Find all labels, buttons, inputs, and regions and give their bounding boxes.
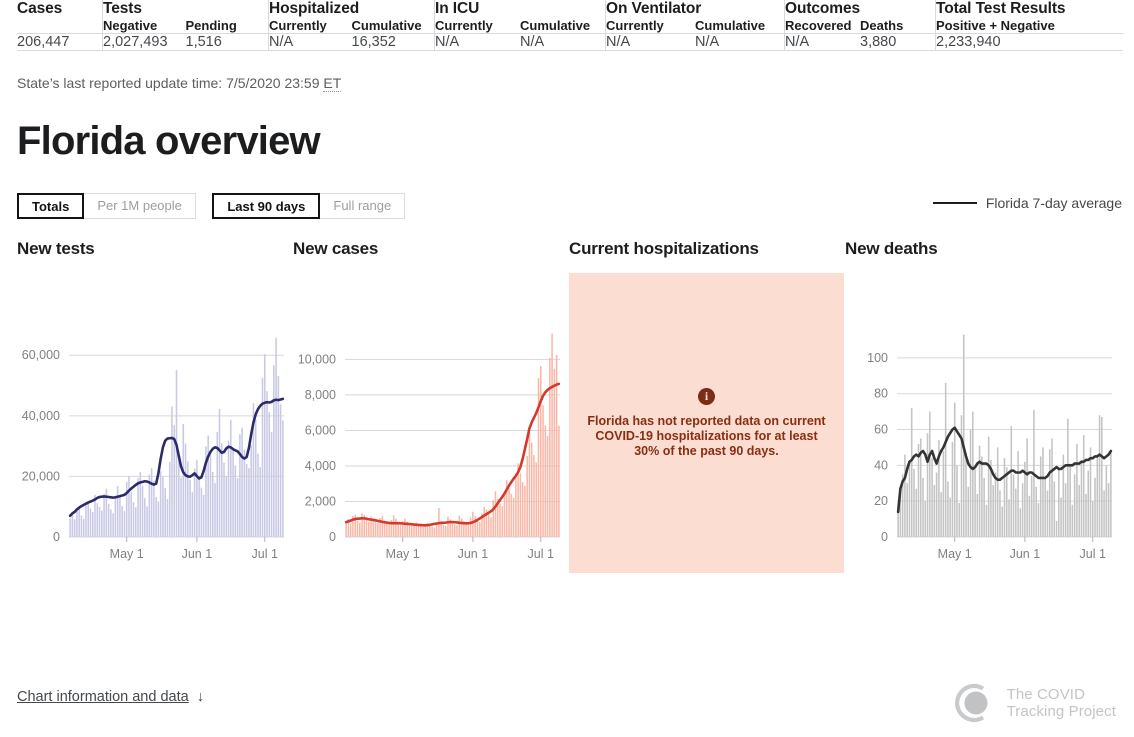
chart-legend: Florida 7-day average bbox=[932, 195, 1122, 211]
group-header-cases: Cases bbox=[17, 0, 63, 17]
toggle-per-1m-people[interactable]: Per 1M people bbox=[83, 193, 196, 219]
last-update-text: State’s last reported update time: 7/5/2… bbox=[17, 75, 324, 91]
svg-text:May 1: May 1 bbox=[386, 547, 420, 561]
svg-text:Jun 1: Jun 1 bbox=[458, 547, 489, 561]
group-header-outcomes: Outcomes bbox=[784, 0, 936, 18]
legend-label: Florida 7-day average bbox=[985, 195, 1122, 211]
chart-title-new-tests: New tests bbox=[17, 239, 95, 258]
charts-row: New tests 0 20,000 40,000 60,000 May 1 Jun 1 J… bbox=[0, 239, 1134, 573]
group-header-in-icu: In ICU bbox=[434, 0, 606, 18]
value-ventilator-currently: N/A bbox=[605, 33, 695, 51]
hospitalizations-no-data-notice: i Florida has not reported data on curre… bbox=[569, 273, 844, 573]
covid-tracking-project-logo: The COVID Tracking Project bbox=[952, 681, 1116, 725]
toggle-full-range[interactable]: Full range bbox=[319, 193, 406, 219]
sub-header-icu-cumulative: Cumulative bbox=[520, 18, 606, 34]
toggle-last-90-days[interactable]: Last 90 days bbox=[212, 193, 321, 219]
toggle-group-units: Totals Per 1M people bbox=[17, 193, 196, 219]
toggle-totals[interactable]: Totals bbox=[17, 193, 85, 219]
chart-title-new-cases: New cases bbox=[293, 239, 379, 258]
value-tests-negative: 2,027,493 bbox=[102, 33, 186, 51]
svg-text:Jun 1: Jun 1 bbox=[1010, 547, 1041, 561]
summary-table-value-row: 206,447 2,027,493 1,516 N/A 16,352 N/A N… bbox=[17, 33, 1123, 51]
sub-header-outcomes-deaths: Deaths bbox=[860, 18, 936, 34]
sub-header-ventilator-cumulative: Cumulative bbox=[695, 18, 785, 34]
sub-header-total-test-results: Positive + Negative bbox=[935, 18, 1123, 34]
summary-table-group-header-row: Cases Tests Hospitalized In ICU On Venti… bbox=[17, 0, 1123, 18]
value-outcomes-recovered: N/A bbox=[784, 33, 860, 51]
value-icu-cumulative: N/A bbox=[520, 33, 606, 51]
value-hospitalized-cumulative: 16,352 bbox=[351, 33, 435, 51]
svg-text:20: 20 bbox=[874, 494, 888, 508]
svg-text:20,000: 20,000 bbox=[22, 469, 60, 483]
svg-text:8,000: 8,000 bbox=[305, 388, 336, 402]
svg-text:10,000: 10,000 bbox=[298, 352, 336, 366]
sub-header-tests-negative: Negative bbox=[102, 18, 186, 34]
svg-text:100: 100 bbox=[867, 351, 888, 365]
toggle-group-range: Last 90 days Full range bbox=[212, 193, 406, 219]
chart-panel-current-hospitalizations: Current hospitalizations i Florida has n… bbox=[569, 239, 844, 573]
value-total-test-results: 2,233,940 bbox=[935, 33, 1123, 51]
chart-canvas-new-deaths[interactable]: 0 20 40 60 80 100 May 1 Jun 1 Jul 1 bbox=[845, 273, 1120, 578]
chart-panel-new-deaths: New deaths 0 20 40 60 80 100 May 1 Jun 1 Jul 1 bbox=[845, 239, 1120, 578]
logo-text-line1: The COVID bbox=[1006, 686, 1085, 703]
chart-canvas-new-cases[interactable]: 0 2,000 4,000 6,000 8,000 10,000 May 1 Jun 1 Jul… bbox=[293, 273, 568, 578]
value-hospitalized-currently: N/A bbox=[268, 33, 352, 51]
svg-text:0: 0 bbox=[329, 530, 336, 544]
chart-controls: Totals Per 1M people Last 90 days Full r… bbox=[17, 193, 1134, 219]
sub-header-cases bbox=[17, 18, 103, 34]
svg-text:60,000: 60,000 bbox=[22, 348, 60, 362]
sub-header-hospitalized-currently: Currently bbox=[268, 18, 352, 34]
svg-text:May 1: May 1 bbox=[938, 547, 972, 561]
svg-text:6,000: 6,000 bbox=[305, 423, 336, 437]
svg-text:40: 40 bbox=[874, 458, 888, 472]
svg-text:May 1: May 1 bbox=[110, 547, 144, 561]
chart-canvas-new-tests[interactable]: 0 20,000 40,000 60,000 May 1 Jun 1 Jul 1 bbox=[17, 273, 292, 578]
summary-table: Cases Tests Hospitalized In ICU On Venti… bbox=[17, 0, 1123, 51]
value-icu-currently: N/A bbox=[434, 33, 520, 51]
logo-text-line2: Tracking Project bbox=[1006, 703, 1116, 720]
chart-title-current-hospitalizations: Current hospitalizations bbox=[569, 239, 759, 258]
svg-text:40,000: 40,000 bbox=[22, 409, 60, 423]
footer: Chart information and data ↓ bbox=[17, 689, 204, 705]
svg-text:60: 60 bbox=[874, 423, 888, 437]
logo-mark-icon bbox=[954, 683, 988, 723]
svg-text:0: 0 bbox=[881, 530, 888, 544]
chart-panel-new-tests: New tests 0 20,000 40,000 60,000 May 1 Jun 1 J… bbox=[17, 239, 292, 578]
sub-header-ventilator-currently: Currently bbox=[605, 18, 695, 34]
svg-text:0: 0 bbox=[53, 530, 60, 544]
chart-panel-new-cases: New cases 0 2,000 4,000 6,000 8,000 10,000 May… bbox=[293, 239, 568, 578]
value-cases: 206,447 bbox=[17, 33, 103, 51]
page-title: Florida overview bbox=[17, 119, 321, 163]
svg-text:4,000: 4,000 bbox=[305, 459, 336, 473]
logo-text: The COVID Tracking Project bbox=[1007, 686, 1116, 720]
value-outcomes-deaths: 3,880 bbox=[860, 33, 936, 51]
hospitalizations-notice-wrapper: i Florida has not reported data on curre… bbox=[569, 273, 844, 573]
sub-header-outcomes-recovered: Recovered bbox=[784, 18, 860, 34]
legend-line-swatch bbox=[932, 202, 977, 204]
value-ventilator-cumulative: N/A bbox=[695, 33, 785, 51]
svg-text:Jul 1: Jul 1 bbox=[252, 547, 278, 561]
timezone-abbr: ET bbox=[323, 75, 342, 92]
svg-text:Jun 1: Jun 1 bbox=[182, 547, 213, 561]
chart-title-new-deaths: New deaths bbox=[845, 239, 938, 258]
value-tests-pending: 1,516 bbox=[185, 33, 269, 51]
sub-header-tests-pending: Pending bbox=[185, 18, 269, 34]
last-update-line: State’s last reported update time: 7/5/2… bbox=[17, 75, 1134, 92]
info-icon: i bbox=[698, 387, 715, 405]
sub-header-icu-currently: Currently bbox=[434, 18, 520, 34]
svg-text:Jul 1: Jul 1 bbox=[1080, 547, 1106, 561]
summary-table-sub-header-row: Negative Pending Currently Cumulative Cu… bbox=[17, 18, 1123, 34]
svg-text:2,000: 2,000 bbox=[305, 494, 336, 508]
group-header-tests: Tests bbox=[102, 0, 269, 18]
svg-text:80: 80 bbox=[874, 387, 888, 401]
group-header-on-ventilator: On Ventilator bbox=[605, 0, 785, 18]
notice-text: Florida has not reported data on current… bbox=[587, 413, 826, 458]
svg-text:Jul 1: Jul 1 bbox=[528, 547, 554, 561]
group-header-total-test-results: Total Test Results bbox=[935, 0, 1123, 18]
chart-information-and-data-link[interactable]: Chart information and data bbox=[17, 689, 189, 705]
group-header-hospitalized: Hospitalized bbox=[268, 0, 435, 18]
sub-header-hospitalized-cumulative: Cumulative bbox=[351, 18, 435, 34]
download-arrow-icon[interactable]: ↓ bbox=[197, 689, 204, 705]
